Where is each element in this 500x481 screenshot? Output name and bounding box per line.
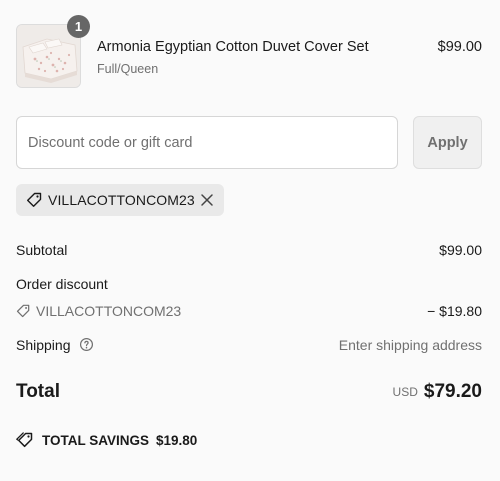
shipping-label: Shipping [16,337,71,353]
quantity-badge: 1 [67,15,90,38]
info-icon[interactable] [79,337,94,352]
shipping-value: Enter shipping address [338,337,482,353]
total-value: USD $79.20 [393,381,482,403]
tag-icon [27,192,42,207]
subtotal-label: Subtotal [16,242,68,258]
total-savings-amount: $19.80 [156,433,198,448]
total-savings-label: TOTAL SAVINGS [42,433,150,448]
applied-discount-chip: VILLACOTTONCOM23 [16,184,224,216]
tag-icon [16,304,30,318]
discount-code-input[interactable] [16,116,398,169]
subtotal-value: $99.00 [439,242,482,258]
total-label: Total [16,381,60,402]
discount-amount: − $19.80 [427,303,482,319]
product-price: $99.00 [437,39,482,55]
apply-discount-button[interactable]: Apply [413,116,482,169]
product-variant: Full/Queen [97,62,159,76]
discount-code-name: VILLACOTTONCOM23 [36,303,182,319]
total-currency: USD [392,385,418,399]
order-discount-label: Order discount [16,276,108,292]
close-icon[interactable] [199,192,215,208]
total-amount: $79.20 [423,381,482,402]
applied-code-label: VILLACOTTONCOM23 [48,192,195,208]
savings-tag-icon [16,432,33,448]
product-name: Armonia Egyptian Cotton Duvet Cover Set [97,39,369,55]
cart-line-item: 1 Armonia Egyptian Cotton Duvet Cover Se… [16,15,482,90]
